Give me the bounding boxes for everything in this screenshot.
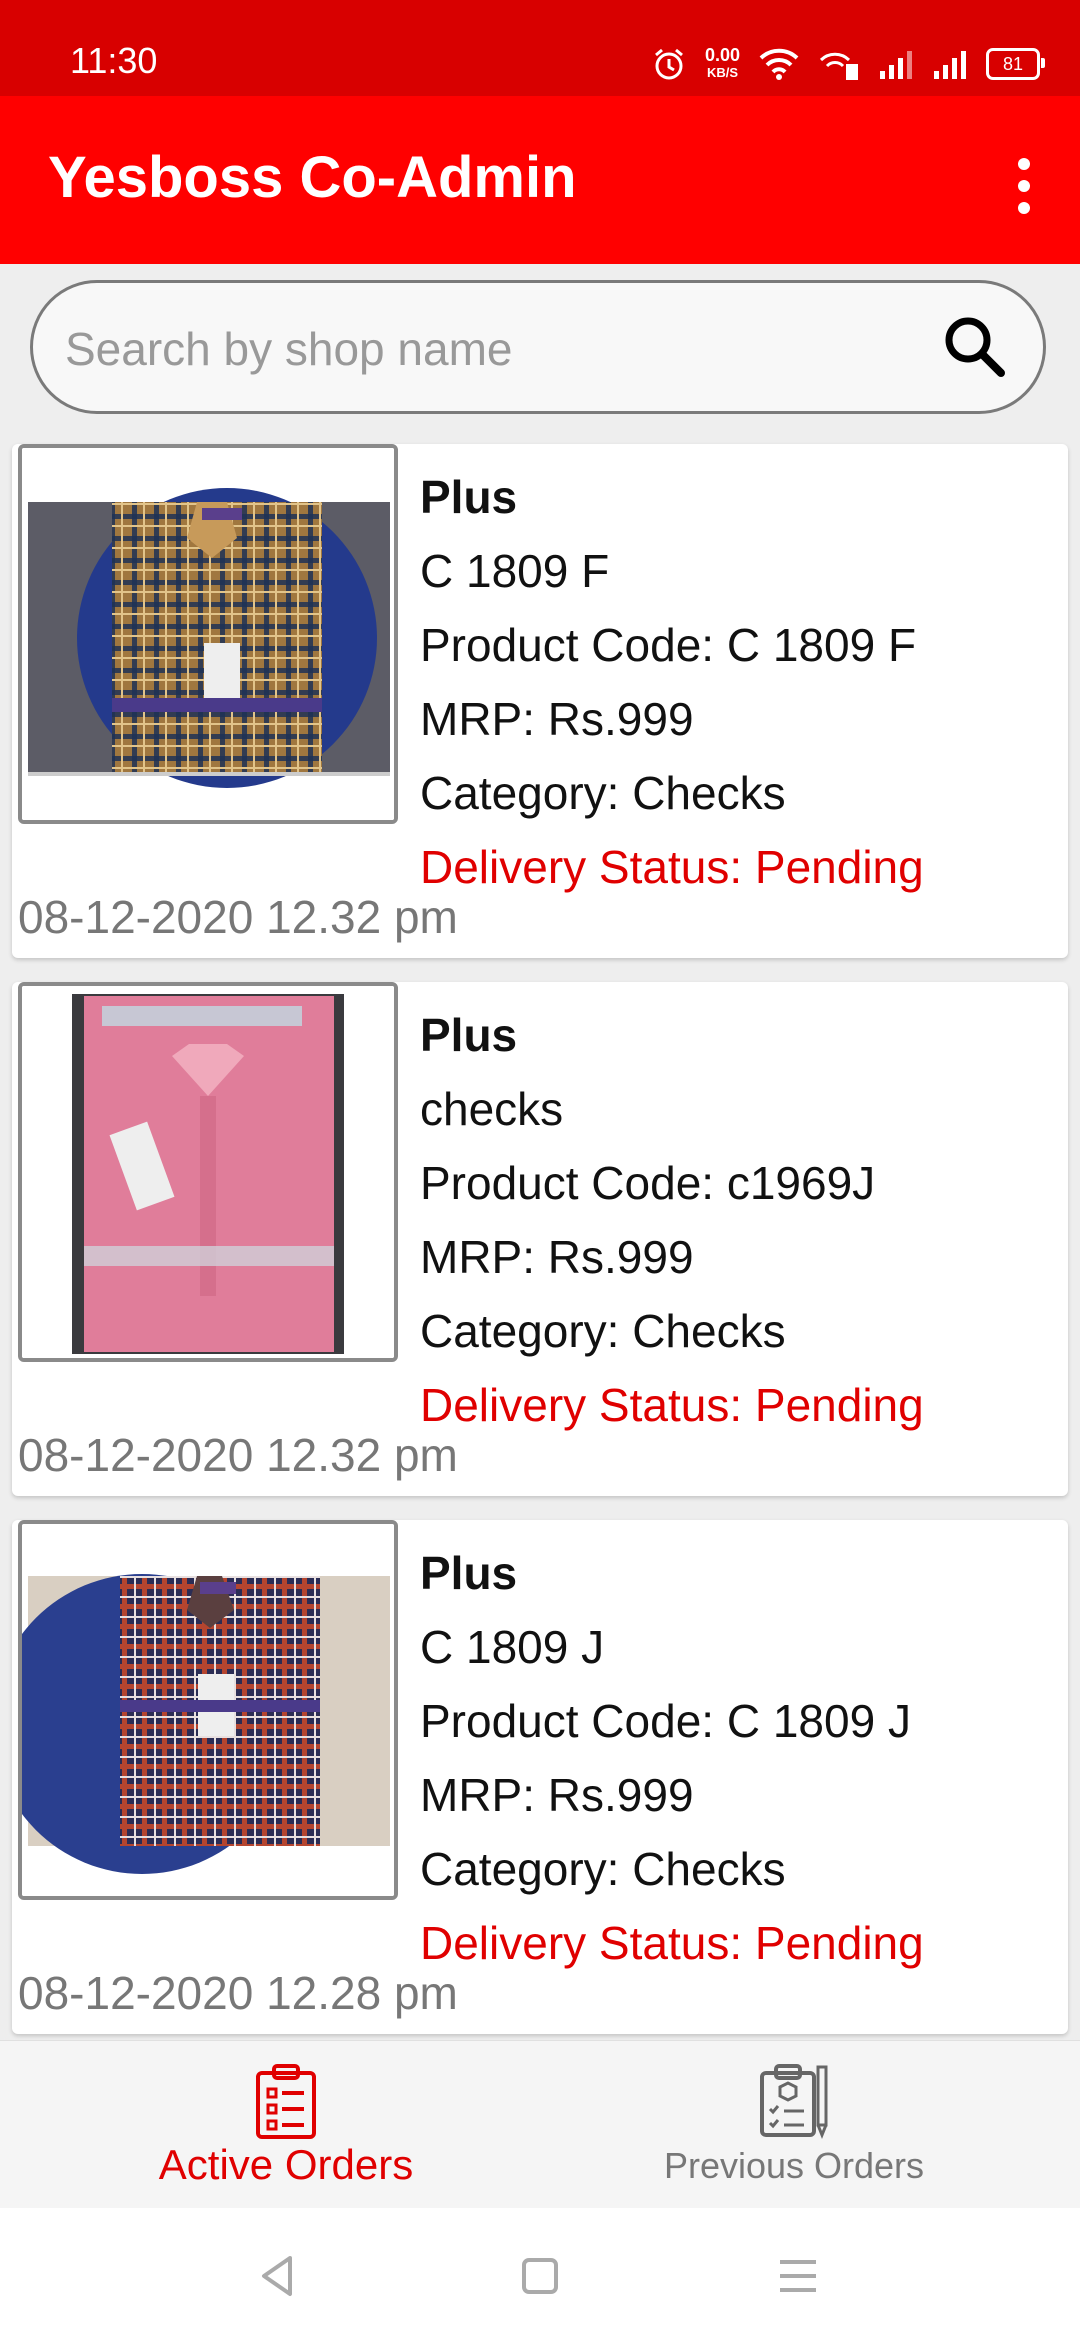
status-bar: 11:30 0.00 KB/S 81 (0, 0, 1080, 96)
product-name: C 1809 J (420, 1621, 605, 1673)
system-navigation-bar (0, 2208, 1080, 2340)
search-bar (30, 280, 1046, 414)
order-details: Plus checks Product Code: c1969J MRP: Rs… (420, 998, 924, 1442)
net-speed-unit: KB/S (706, 65, 738, 80)
red-navy-checked-shirt-image (22, 1524, 394, 1896)
app-bar: Yesboss Co-Admin (0, 96, 1080, 264)
alarm-icon (654, 48, 683, 80)
recents-icon[interactable] (768, 2246, 828, 2306)
category: Category: Checks (420, 1843, 786, 1895)
order-card[interactable]: Plus C 1809 J Product Code: C 1809 J MRP… (12, 1520, 1068, 2034)
brown-checked-shirt-image (22, 448, 394, 820)
tab-active-orders[interactable]: Active Orders (16, 2041, 556, 2209)
category: Category: Checks (420, 767, 786, 819)
delivery-status: Delivery Status: Pending (420, 1379, 924, 1431)
product-code: Product Code: C 1809 J (420, 1695, 911, 1747)
order-details: Plus C 1809 J Product Code: C 1809 J MRP… (420, 1536, 924, 1980)
mrp: MRP: Rs.999 (420, 1769, 694, 1821)
net-speed-value: 0.00 (704, 45, 740, 65)
product-code: Product Code: C 1809 F (420, 619, 917, 671)
category: Category: Checks (420, 1305, 786, 1357)
signal-icon-1 (880, 51, 912, 79)
more-vert-icon[interactable] (992, 146, 1056, 226)
app-title: Yesboss Co-Admin (48, 145, 577, 210)
signal-icon-2 (934, 51, 966, 79)
vowifi-icon (819, 52, 858, 80)
status-icons: 0.00 KB/S 81 (651, 40, 1045, 88)
product-code: Product Code: c1969J (420, 1157, 876, 1209)
tab-previous-orders-label: Previous Orders (663, 2145, 925, 2186)
shop-name: Plus (420, 1547, 518, 1599)
order-card[interactable]: Plus checks Product Code: c1969J MRP: Rs… (12, 982, 1068, 1496)
search-icon[interactable] (941, 313, 1007, 379)
delivery-status: Delivery Status: Pending (420, 841, 924, 893)
mrp: MRP: Rs.999 (420, 1231, 694, 1283)
shop-name: Plus (420, 1009, 518, 1061)
tab-previous-orders[interactable]: Previous Orders (524, 2041, 1064, 2209)
order-date: 08-12-2020 12.32 pm (18, 891, 458, 943)
tab-active-orders-label: Active Orders (158, 2141, 414, 2188)
order-date: 08-12-2020 12.32 pm (18, 1429, 458, 1481)
search-input[interactable] (63, 303, 927, 395)
order-card[interactable]: Plus C 1809 F Product Code: C 1809 F MRP… (12, 444, 1068, 958)
clipboard-check-icon (760, 2064, 828, 2140)
product-image (18, 1520, 398, 1900)
product-image (18, 444, 398, 824)
back-icon[interactable] (250, 2246, 310, 2306)
home-icon[interactable] (510, 2246, 570, 2306)
status-time: 11:30 (70, 40, 158, 81)
battery-indicator: 81 (986, 48, 1045, 80)
product-name: C 1809 F (420, 545, 610, 597)
product-name: checks (420, 1083, 564, 1135)
order-date: 08-12-2020 12.28 pm (18, 1967, 458, 2019)
product-image (18, 982, 398, 1362)
clipboard-list-icon (256, 2064, 316, 2139)
mrp: MRP: Rs.999 (420, 693, 694, 745)
net-speed: 0.00 KB/S (704, 45, 740, 81)
order-details: Plus C 1809 F Product Code: C 1809 F MRP… (420, 460, 924, 904)
wifi-icon (759, 48, 799, 80)
bottom-navigation: Active Orders Previous Orders (0, 2040, 1080, 2209)
pink-shirt-image (22, 986, 394, 1358)
shop-name: Plus (420, 471, 518, 523)
delivery-status: Delivery Status: Pending (420, 1917, 924, 1969)
